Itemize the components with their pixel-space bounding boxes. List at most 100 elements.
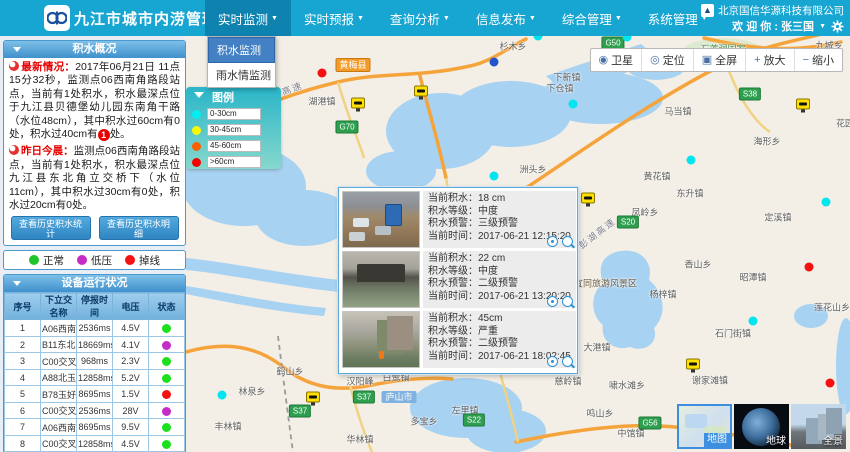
table-row[interactable]: 8C00交叉北口段12858ms4.5V xyxy=(5,435,185,452)
flood-depth-line: 当前积水：45cm xyxy=(428,313,571,326)
map-place-label: 海形乡 xyxy=(753,135,780,148)
user-menu[interactable]: 欢 迎 你 : 张三国 ▼ xyxy=(701,18,844,34)
view-tab-2[interactable]: 地球 xyxy=(734,404,789,449)
station-dot-marker-cyan[interactable] xyxy=(822,198,831,207)
menu-item-3[interactable]: 查询分析▼ xyxy=(377,0,463,36)
video-preview-icon[interactable] xyxy=(547,236,558,247)
flood-site-photo[interactable] xyxy=(342,191,420,248)
yesterday-label: 昨日今晨： xyxy=(21,145,74,157)
zoom-detail-icon[interactable] xyxy=(562,236,573,247)
menu-item-label: 实时预报 xyxy=(304,9,354,28)
device-status-dot xyxy=(162,374,171,383)
chevron-down-icon: ▼ xyxy=(615,15,622,22)
device-column-header: 电压 xyxy=(113,293,149,320)
satellite-button[interactable]: ◉卫星 xyxy=(591,49,643,71)
station-dot-marker-blue[interactable] xyxy=(490,58,499,67)
main-menu: 实时监测▼实时预报▼查询分析▼信息发布▼综合管理▼系统管理▼ xyxy=(205,0,721,36)
history-stats-button[interactable]: 查看历史积水统计 xyxy=(11,216,91,240)
view-tab-1[interactable]: 地图 xyxy=(677,404,732,449)
zoom-detail-icon[interactable] xyxy=(562,356,573,367)
flood-site-photo[interactable] xyxy=(342,251,420,308)
table-row[interactable]: 5B78玉好大楼段8695ms1.5V xyxy=(5,386,185,403)
locate-button[interactable]: ◎定位 xyxy=(642,49,694,71)
table-row[interactable]: 6C00交叉北口段2536ms28V xyxy=(5,402,185,419)
station-dot-marker-red[interactable] xyxy=(318,69,327,78)
device-volt: 5.2V xyxy=(113,369,149,386)
device-name: B78玉好大楼段 xyxy=(41,386,77,403)
welcome-text: 欢 迎 你 : 张三国 xyxy=(732,18,814,34)
flood-warning-sign-marker[interactable] xyxy=(351,98,365,109)
yesterday-status-paragraph: 昨日今晨：监测点06西南角路段站点，当前有1处积水，积水最深点位九江县东北角立交… xyxy=(9,145,180,212)
device-time: 12858ms xyxy=(77,369,113,386)
table-row[interactable]: 2B11东北路口段18669ms4.1V xyxy=(5,336,185,353)
device-volt: 1.5V xyxy=(113,386,149,403)
station-dot-marker-cyan[interactable] xyxy=(749,317,758,326)
station-dot-marker-cyan[interactable] xyxy=(569,100,578,109)
status-legend-item: 低压 xyxy=(77,253,112,268)
menu-item-4[interactable]: 信息发布▼ xyxy=(463,0,549,36)
history-detail-button[interactable]: 查看历史积水明细 xyxy=(99,216,179,240)
menu-item-label: 信息发布 xyxy=(476,9,526,28)
legend-item: 45-60cm xyxy=(186,138,281,154)
device-status-panel: 设备运行状况 序号下立交名称停报时间电压状态 1A06西南角路段2536ms4.… xyxy=(3,274,186,452)
menu-item-2[interactable]: 实时预报▼ xyxy=(291,0,377,36)
fullscreen-icon: ▣ xyxy=(702,55,712,66)
legend-color-dot xyxy=(192,126,201,135)
map-canvas[interactable]: 杉木乡九城乡石莲洞国家森林公园下新镇湖港镇下仓镇马当镇海形乡花园洲头乡黄花镇东升… xyxy=(186,36,850,452)
station-dot-marker-cyan[interactable] xyxy=(218,391,227,400)
table-row[interactable]: 7A06西南角路段8695ms9.5V xyxy=(5,419,185,436)
alert-icon xyxy=(9,145,19,155)
latest-label: 最新情况： xyxy=(21,61,75,73)
flood-site-photo[interactable] xyxy=(342,311,420,368)
flood-warning-sign-marker[interactable] xyxy=(581,193,595,204)
station-dot-marker-cyan[interactable] xyxy=(687,156,696,165)
water-overview-body: 最新情况：2017年06月21日 11点15分32秒，监测点06西南角路段站点，… xyxy=(4,58,185,245)
control-label: 全屏 xyxy=(715,52,737,68)
station-dot-marker-red[interactable] xyxy=(826,379,835,388)
zoom-detail-icon[interactable] xyxy=(562,296,573,307)
flood-warning-sign-marker[interactable] xyxy=(414,86,428,97)
device-status-header[interactable]: 设备运行状况 xyxy=(4,275,185,292)
view-tab-3[interactable]: 全景 xyxy=(791,404,846,449)
top-bar: 九江市城市内涝管理系统 实时监测▼实时预报▼查询分析▼信息发布▼综合管理▼系统管… xyxy=(0,0,850,36)
zoom-out-button[interactable]: −缩小 xyxy=(795,49,842,71)
legend-color-dot xyxy=(192,142,201,151)
video-preview-icon[interactable] xyxy=(547,296,558,307)
flood-warning-sign-marker[interactable] xyxy=(306,392,320,403)
device-status-dot xyxy=(162,440,171,449)
device-status xyxy=(149,336,185,353)
menu-item-1[interactable]: 实时监测▼ xyxy=(205,0,291,36)
water-overview-title: 积水概况 xyxy=(73,43,117,55)
device-status-dot xyxy=(162,390,171,399)
table-row[interactable]: 1A06西南角路段2536ms4.5V xyxy=(5,320,185,337)
dropdown-item-1[interactable]: 积水监测 xyxy=(208,37,275,63)
table-row[interactable]: 3C00交叉北口段968ms2.3V xyxy=(5,353,185,370)
flood-info-card-2: 当前积水：22 cm积水等级：中度积水预警：二级预警当前时间：2017-06-2… xyxy=(342,251,574,308)
device-volt: 9.5V xyxy=(113,419,149,436)
device-status-dot xyxy=(162,407,171,416)
realtime-monitor-dropdown: 积水监测雨水情监测 xyxy=(207,36,276,88)
map-place-label: 湖港镇 xyxy=(308,95,335,108)
video-preview-icon[interactable] xyxy=(547,356,558,367)
legend-item: >60cm xyxy=(186,154,281,170)
dropdown-item-2[interactable]: 雨水情监测 xyxy=(208,63,275,87)
road-badge: S22 xyxy=(463,414,485,427)
map-legend-header[interactable]: 图例 xyxy=(186,89,281,106)
zoom-in-button[interactable]: +放大 xyxy=(746,49,794,71)
view-tab-label: 地球 xyxy=(763,435,789,449)
flood-warning-sign-marker[interactable] xyxy=(686,359,700,370)
water-overview-header[interactable]: 积水概况 xyxy=(4,41,185,58)
menu-item-5[interactable]: 综合管理▼ xyxy=(549,0,635,36)
view-tab-label: 地图 xyxy=(704,433,730,447)
device-no: 7 xyxy=(5,419,41,436)
status-label: 低压 xyxy=(91,253,112,268)
fullscreen-button[interactable]: ▣全屏 xyxy=(694,49,746,71)
station-dot-marker-red[interactable] xyxy=(805,263,814,272)
map-place-label: 莲花山乡 xyxy=(814,301,850,314)
map-place-label: 谢家滩镇 xyxy=(692,374,728,387)
flood-warning-sign-marker[interactable] xyxy=(796,99,810,110)
station-dot-marker-cyan[interactable] xyxy=(490,172,499,181)
table-row[interactable]: 4A88北玉大口段12858ms5.2V xyxy=(5,369,185,386)
settings-gear-icon[interactable] xyxy=(831,20,844,33)
chevron-down-icon: ▼ xyxy=(443,15,450,22)
